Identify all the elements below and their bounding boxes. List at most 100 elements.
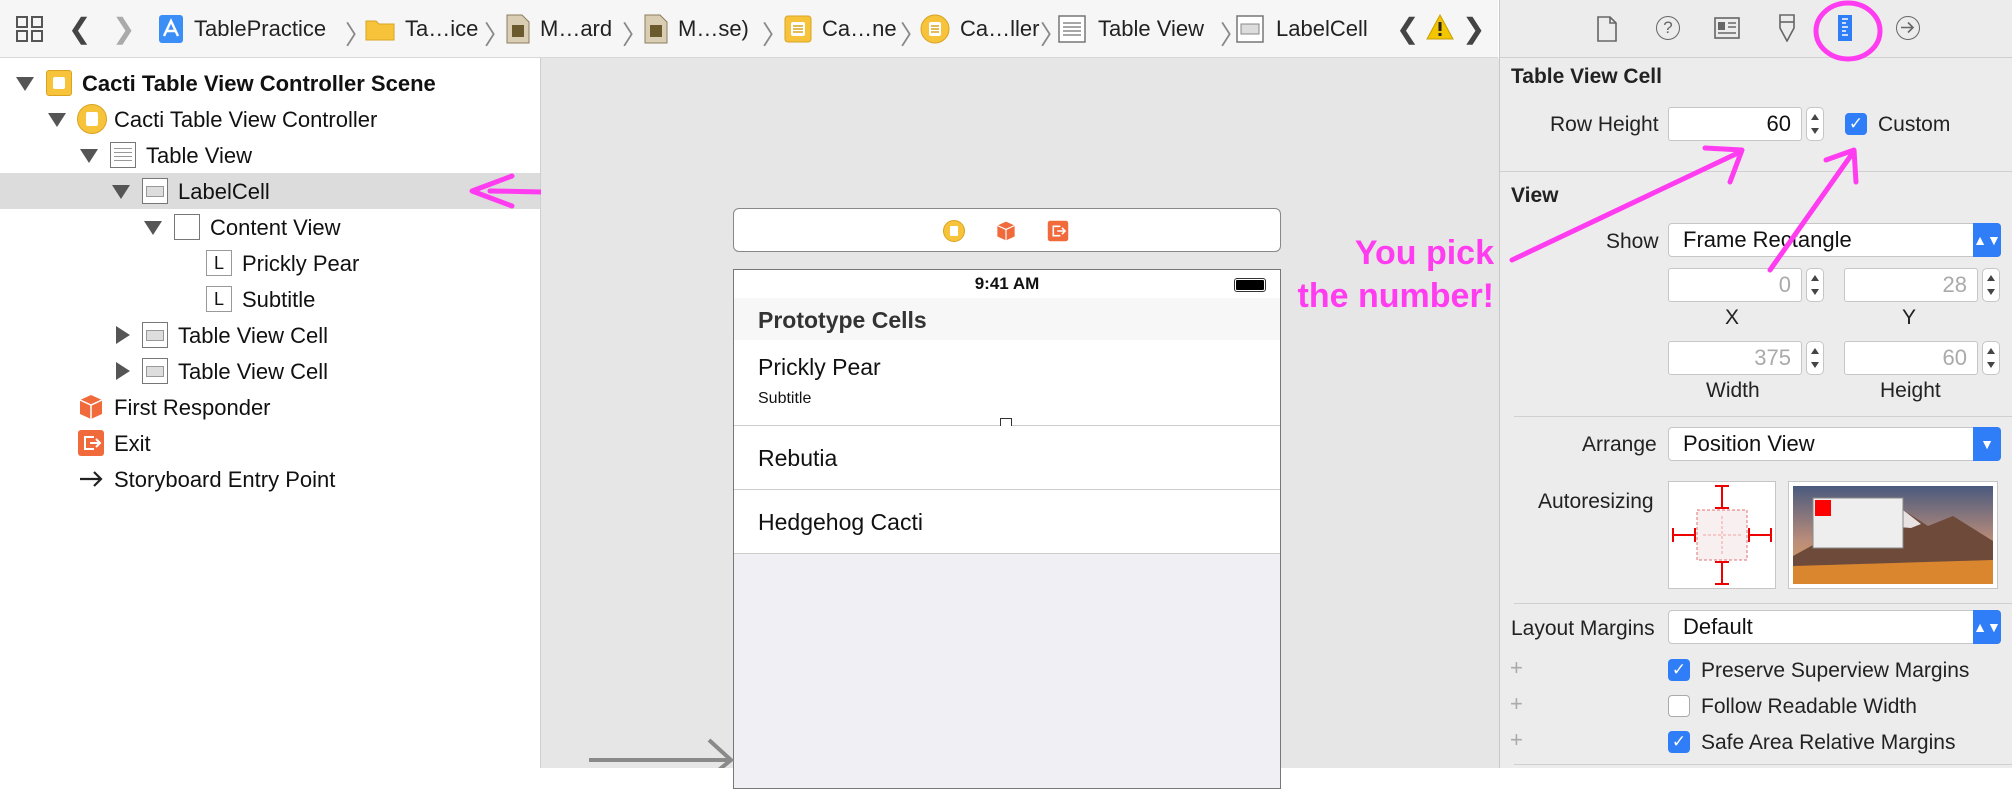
outline-row-table-view-cell[interactable]: Table View Cell xyxy=(0,317,540,353)
crumb-scene[interactable]: Ca…ne xyxy=(784,0,897,57)
crumb-label: Table View xyxy=(1098,15,1204,41)
annotation-line: You pick xyxy=(1354,234,1494,272)
disclosure-triangle-icon[interactable] xyxy=(80,149,98,163)
crumb-table-view[interactable]: Table View xyxy=(1058,0,1204,57)
y-caption: Y xyxy=(1902,306,1917,329)
height-field[interactable]: 60 xyxy=(1844,341,1978,375)
storyboard-canvas[interactable]: 9:41 AM Prototype Cells Prickly Pear Sub… xyxy=(541,58,1499,789)
autoresizing-mask-control[interactable] xyxy=(1668,481,1776,589)
outline-label: Exit xyxy=(114,431,151,456)
plus-icon[interactable]: + xyxy=(1510,655,1523,681)
entry-point-arrow-icon[interactable] xyxy=(589,730,739,768)
battery-icon xyxy=(1234,278,1266,292)
inspector-tab-bar: ? xyxy=(1500,0,2012,62)
next-issue-chevron-icon[interactable]: ❯ xyxy=(1462,12,1485,45)
popup-chevron-icon: ▲▼ xyxy=(1973,610,2001,644)
outline-label: Table View Cell xyxy=(178,323,329,348)
jump-bar: ❮ ❯ TablePractice 〉 Ta…ice 〉 M…ard 〉 M…s… xyxy=(0,0,1498,58)
safe-area-margins-checkbox[interactable]: ✓ xyxy=(1668,731,1690,753)
outline-row-table-view[interactable]: Table View xyxy=(0,137,540,173)
outline-label: Storyboard Entry Point xyxy=(114,467,336,492)
label-icon: L xyxy=(206,250,232,276)
storyboard-file-icon xyxy=(506,14,530,43)
disclosure-triangle-icon[interactable] xyxy=(112,185,130,199)
table-cell[interactable]: Hedgehog Cacti xyxy=(734,490,1280,554)
preserve-margins-checkbox[interactable]: ✓ xyxy=(1668,659,1690,681)
view-controller-icon xyxy=(77,104,107,134)
file-inspector-icon[interactable] xyxy=(1596,16,1618,47)
outline-row-entry-point[interactable]: Storyboard Entry Point xyxy=(0,461,540,497)
crumb-storyboard[interactable]: M…ard xyxy=(506,0,612,57)
scene-icon xyxy=(784,15,812,42)
outline-label: Cacti Table View Controller Scene xyxy=(82,71,436,96)
layout-margins-popup-value: Default xyxy=(1683,614,1753,639)
outline-row-scene[interactable]: Cacti Table View Controller Scene xyxy=(0,65,540,101)
y-stepper[interactable] xyxy=(1982,268,2000,302)
outline-row-first-responder[interactable]: First Responder xyxy=(0,389,540,425)
exit-icon[interactable] xyxy=(1047,220,1069,247)
help-inspector-icon[interactable]: ? xyxy=(1656,16,1680,40)
crumb-label: LabelCell xyxy=(1276,15,1368,41)
autoresizing-label: Autoresizing xyxy=(1538,490,1654,513)
plus-icon[interactable]: + xyxy=(1510,727,1523,753)
related-items-icon[interactable] xyxy=(16,16,44,42)
safe-area-margins-label: Safe Area Relative Margins xyxy=(1701,731,1956,754)
width-field[interactable]: 375 xyxy=(1668,341,1802,375)
iphone-frame: 9:41 AM Prototype Cells Prickly Pear Sub… xyxy=(733,269,1281,789)
crumb-label-cell[interactable]: LabelCell xyxy=(1236,0,1368,57)
previous-issue-chevron-icon[interactable]: ❮ xyxy=(1396,12,1419,45)
layout-margins-popup[interactable]: Default ▲▼ xyxy=(1668,610,2001,644)
height-stepper[interactable] xyxy=(1982,341,2000,375)
arrange-label: Arrange xyxy=(1582,433,1657,456)
annotation-text: You pick the number! xyxy=(1270,232,1494,318)
readable-width-checkbox[interactable] xyxy=(1668,695,1690,717)
width-caption: Width xyxy=(1706,379,1760,402)
cell-subtitle: Subtitle xyxy=(758,390,812,407)
disclosure-triangle-icon[interactable] xyxy=(144,221,162,235)
label-icon: L xyxy=(206,286,232,312)
view-controller-icon xyxy=(920,14,950,43)
warning-icon[interactable] xyxy=(1426,13,1454,45)
crumb-project[interactable]: TablePractice xyxy=(158,0,326,57)
forward-chevron-icon[interactable]: ❯ xyxy=(112,12,135,45)
outline-row-exit[interactable]: Exit xyxy=(0,425,540,461)
table-cell-icon xyxy=(142,322,168,348)
disclosure-triangle-icon[interactable] xyxy=(48,113,66,127)
outline-row-controller[interactable]: Cacti Table View Controller xyxy=(0,101,540,137)
disclosure-triangle-icon[interactable] xyxy=(16,77,34,91)
status-bar: 9:41 AM xyxy=(734,270,1280,298)
plus-icon[interactable]: + xyxy=(1510,691,1523,717)
content-view-icon xyxy=(174,214,200,240)
attributes-inspector-icon[interactable] xyxy=(1776,14,1798,47)
crumb-label: M…ard xyxy=(540,15,613,41)
width-stepper[interactable] xyxy=(1806,341,1824,375)
crumb-folder[interactable]: Ta…ice xyxy=(365,0,478,57)
first-responder-icon[interactable] xyxy=(995,220,1017,247)
table-cell[interactable]: Rebutia xyxy=(734,426,1280,490)
outline-row-label-cell[interactable]: LabelCell xyxy=(0,173,540,209)
custom-label: Custom xyxy=(1878,113,1951,136)
identity-inspector-icon[interactable] xyxy=(1714,17,1740,44)
crumb-storyboard-base[interactable]: M…se) xyxy=(644,0,749,57)
crumb-label: Ta…ice xyxy=(405,15,479,41)
x-caption: X xyxy=(1725,306,1740,329)
height-caption: Height xyxy=(1880,379,1941,402)
section-divider xyxy=(1514,603,2012,604)
view-controller-icon[interactable] xyxy=(943,220,965,242)
crumb-label: M…se) xyxy=(678,15,749,41)
first-responder-icon xyxy=(77,393,103,419)
outline-label: Table View xyxy=(146,143,252,168)
arrange-popup[interactable]: Position View ▼ xyxy=(1668,427,2001,461)
disclosure-triangle-collapsed-icon[interactable] xyxy=(116,362,130,380)
disclosure-triangle-collapsed-icon[interactable] xyxy=(116,326,130,344)
outline-label: LabelCell xyxy=(178,179,270,204)
connections-inspector-icon[interactable] xyxy=(1896,16,1920,40)
outline-row-subtitle[interactable]: L Subtitle xyxy=(0,281,540,317)
table-cell[interactable]: Prickly Pear Subtitle xyxy=(734,340,1280,430)
outline-row-content-view[interactable]: Content View xyxy=(0,209,540,245)
outline-row-table-view-cell[interactable]: Table View Cell xyxy=(0,353,540,389)
outline-row-prickly-pear[interactable]: L Prickly Pear xyxy=(0,245,540,281)
section-header: Prototype Cells xyxy=(734,298,1280,340)
crumb-controller[interactable]: Ca…ller xyxy=(920,0,1039,57)
back-chevron-icon[interactable]: ❮ xyxy=(68,12,91,45)
